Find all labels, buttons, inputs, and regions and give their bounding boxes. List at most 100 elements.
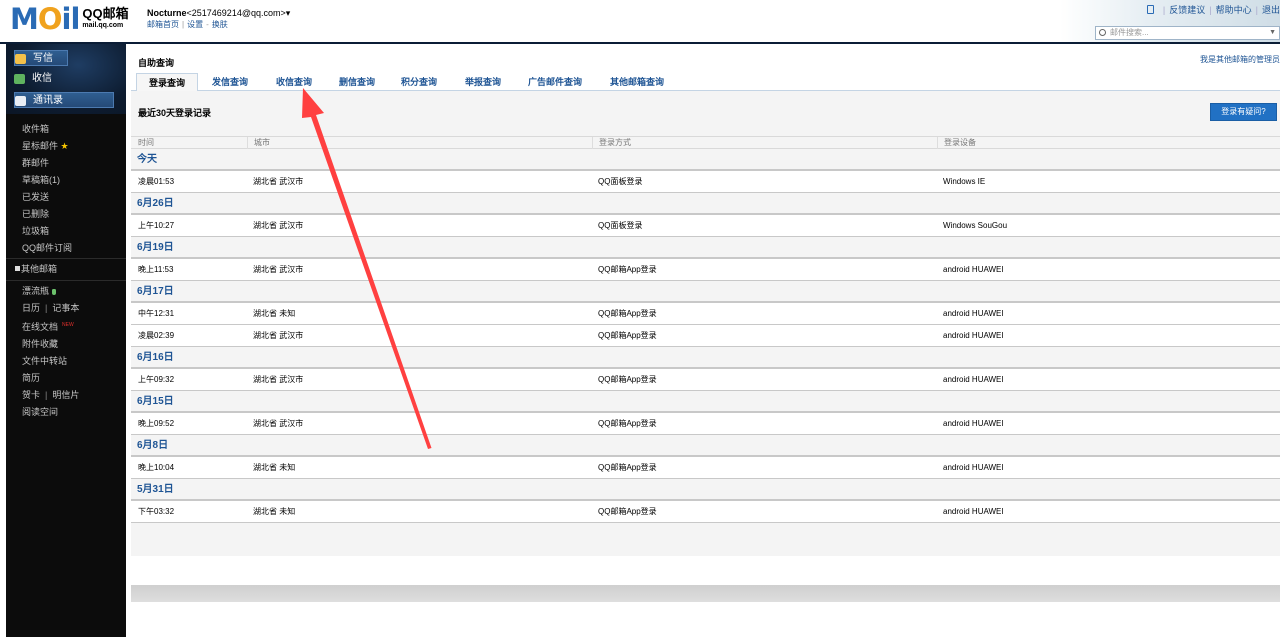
contacts-button[interactable]: 通讯录 xyxy=(14,92,114,108)
expand-icon xyxy=(15,266,20,271)
table-header: 时间 城市 登录方式 登录设备 xyxy=(131,136,1280,149)
logout-link[interactable]: 退出 xyxy=(1262,5,1280,15)
table-row: 晚上11:53 湖北省 武汉市 QQ邮箱App登录 android HUAWEI xyxy=(131,259,1280,281)
resume-link[interactable]: 简历 xyxy=(22,370,79,387)
header: MOil QQ邮箱 mail.qq.com Nocturne<251746921… xyxy=(0,0,1280,42)
column-method: 登录方式 xyxy=(599,138,631,147)
date-group-header: 6月15日 xyxy=(131,391,1280,413)
tab-ad-mail-query[interactable]: 广告邮件查询 xyxy=(528,75,582,88)
cell-method: QQ邮箱App登录 xyxy=(598,375,657,384)
cell-device: android HUAWEI xyxy=(943,507,1004,516)
folder-spam[interactable]: 垃圾箱 xyxy=(22,223,72,240)
feedback-link[interactable]: 反馈建议 xyxy=(1169,5,1205,15)
file-transfer-link[interactable]: 文件中转站 xyxy=(22,353,79,370)
search-icon xyxy=(1099,29,1106,36)
tab-other-mailbox-query[interactable]: 其他邮箱查询 xyxy=(610,75,664,88)
folder-inbox[interactable]: 收件箱 xyxy=(22,121,72,138)
search-options-arrow-icon[interactable]: ▼ xyxy=(1269,27,1276,39)
receive-button[interactable]: 收信 xyxy=(14,71,68,87)
folder-subscriptions[interactable]: QQ邮件订阅 xyxy=(22,240,72,257)
column-device: 登录设备 xyxy=(944,138,976,147)
table-row: 上午09:32 湖北省 武汉市 QQ邮箱App登录 android HUAWEI xyxy=(131,369,1280,391)
attachments-link[interactable]: 附件收藏 xyxy=(22,336,79,353)
greeting-card-link[interactable]: 贺卡 xyxy=(22,390,40,400)
sidebar-divider xyxy=(6,280,126,281)
folder-starred[interactable]: 星标邮件 ★ xyxy=(22,138,72,155)
cell-device: Windows SouGou xyxy=(943,221,1008,230)
cell-device: android HUAWEI xyxy=(943,419,1004,428)
sidebar: 写信 收信 通讯录 收件箱 星标邮件 ★ 群邮件 草稿箱(1) 已发送 已删除 … xyxy=(6,44,126,637)
cell-time: 晚上10:04 xyxy=(138,463,175,472)
cell-time: 上午10:27 xyxy=(138,221,175,230)
tools-list: 漂流瓶 日历 | 记事本 在线文档 NEW 附件收藏 文件中转站 简历 贺卡 | 明信片 … xyxy=(22,283,79,421)
login-help-button[interactable]: 登录有疑问? xyxy=(1210,103,1277,121)
admin-link[interactable]: 我是其他邮箱的管理员 xyxy=(1200,54,1280,65)
cell-method: QQ邮箱App登录 xyxy=(598,265,657,274)
compose-button[interactable]: 写信 xyxy=(14,50,68,66)
tab-report-query[interactable]: 举报查询 xyxy=(465,75,501,88)
mobile-icon[interactable] xyxy=(1146,5,1154,14)
other-mailbox-toggle[interactable]: 其他邮箱 xyxy=(15,262,57,275)
cell-method: QQ面板登录 xyxy=(598,177,643,186)
tab-receive-query[interactable]: 收信查询 xyxy=(276,75,312,88)
top-links: | 反馈建议 | 帮助中心 | 退出 xyxy=(1146,3,1280,16)
cell-method: QQ邮箱App登录 xyxy=(598,507,657,516)
change-skin-link[interactable]: 换肤 xyxy=(212,20,228,29)
cell-method: QQ邮箱App登录 xyxy=(598,419,657,428)
mailbox-home-link[interactable]: 邮箱首页 xyxy=(147,20,179,29)
user-name[interactable]: Nocturne xyxy=(147,8,187,18)
column-time: 时间 xyxy=(138,138,154,147)
cell-city: 湖北省 武汉市 xyxy=(253,221,304,230)
table-row: 下午03:32 湖北省 未知 QQ邮箱App登录 android HUAWEI xyxy=(131,501,1280,523)
login-records-panel: 最近30天登录记录 登录有疑问? 时间 城市 登录方式 登录设备 今天 凌晨01:… xyxy=(131,91,1280,602)
notepad-link[interactable]: 记事本 xyxy=(52,303,79,313)
cell-city: 湖北省 武汉市 xyxy=(253,331,304,340)
table-row: 晚上10:04 湖北省 未知 QQ邮箱App登录 android HUAWEI xyxy=(131,457,1280,479)
tab-login-query[interactable]: 登录查询 xyxy=(136,73,198,92)
settings-link[interactable]: 设置 xyxy=(187,20,203,29)
cell-time: 晚上11:53 xyxy=(138,265,174,274)
logo-domain: mail.qq.com xyxy=(82,22,124,29)
cell-device: android HUAWEI xyxy=(943,265,1004,274)
calendar-link[interactable]: 日历 xyxy=(22,303,40,313)
online-docs-link[interactable]: 在线文档 NEW xyxy=(22,317,79,336)
cell-device: android HUAWEI xyxy=(943,331,1004,340)
cell-city: 湖北省 未知 xyxy=(253,463,296,472)
tab-points-query[interactable]: 积分查询 xyxy=(401,75,437,88)
cell-city: 湖北省 武汉市 xyxy=(253,375,304,384)
account-dropdown-icon[interactable]: ▾ xyxy=(286,8,291,18)
date-group-header: 6月19日 xyxy=(131,237,1280,259)
cell-time: 凌晨02:39 xyxy=(138,331,175,340)
tab-send-query[interactable]: 发信查询 xyxy=(212,75,248,88)
cell-device: android HUAWEI xyxy=(943,375,1004,384)
folder-deleted[interactable]: 已删除 xyxy=(22,206,72,223)
date-group-header: 6月8日 xyxy=(131,435,1280,457)
cell-device: android HUAWEI xyxy=(943,309,1004,318)
table-row: 中午12:31 湖北省 未知 QQ邮箱App登录 android HUAWEI xyxy=(131,303,1280,325)
table-row: 凌晨02:39 湖北省 武汉市 QQ邮箱App登录 android HUAWEI xyxy=(131,325,1280,347)
date-group-header: 今天 xyxy=(131,149,1280,171)
new-badge: NEW xyxy=(62,322,74,328)
folder-list: 收件箱 星标邮件 ★ 群邮件 草稿箱(1) 已发送 已删除 垃圾箱 QQ邮件订阅 xyxy=(22,121,72,257)
drift-bottle-link[interactable]: 漂流瓶 xyxy=(22,283,79,300)
star-icon: ★ xyxy=(60,141,69,151)
folder-drafts[interactable]: 草稿箱(1) xyxy=(22,172,72,189)
table-row: 凌晨01:53 湖北省 武汉市 QQ面板登录 Windows IE xyxy=(131,171,1280,193)
cell-city: 湖北省 武汉市 xyxy=(253,265,304,274)
sidebar-divider xyxy=(6,258,126,259)
address-book-icon xyxy=(15,96,26,106)
cell-method: QQ邮箱App登录 xyxy=(598,309,657,318)
date-group-header: 6月26日 xyxy=(131,193,1280,215)
postcard-link[interactable]: 明信片 xyxy=(52,390,79,400)
folder-sent[interactable]: 已发送 xyxy=(22,189,72,206)
tab-delete-query[interactable]: 删信查询 xyxy=(339,75,375,88)
folder-group[interactable]: 群邮件 xyxy=(22,155,72,172)
table-row: 上午10:27 湖北省 武汉市 QQ面板登录 Windows SouGou xyxy=(131,215,1280,237)
help-center-link[interactable]: 帮助中心 xyxy=(1216,5,1252,15)
reading-space-link[interactable]: 阅读空间 xyxy=(22,404,79,421)
date-group-header: 6月16日 xyxy=(131,347,1280,369)
user-info: Nocturne<2517469214@qq.com>▾ 邮箱首页 | 设置 - 换肤 xyxy=(147,8,291,29)
mail-search-input[interactable]: 邮件搜索... ▼ xyxy=(1095,26,1280,40)
qq-mail-logo[interactable]: MOil QQ邮箱 mail.qq.com xyxy=(10,4,129,34)
cell-city: 湖北省 未知 xyxy=(253,507,296,516)
